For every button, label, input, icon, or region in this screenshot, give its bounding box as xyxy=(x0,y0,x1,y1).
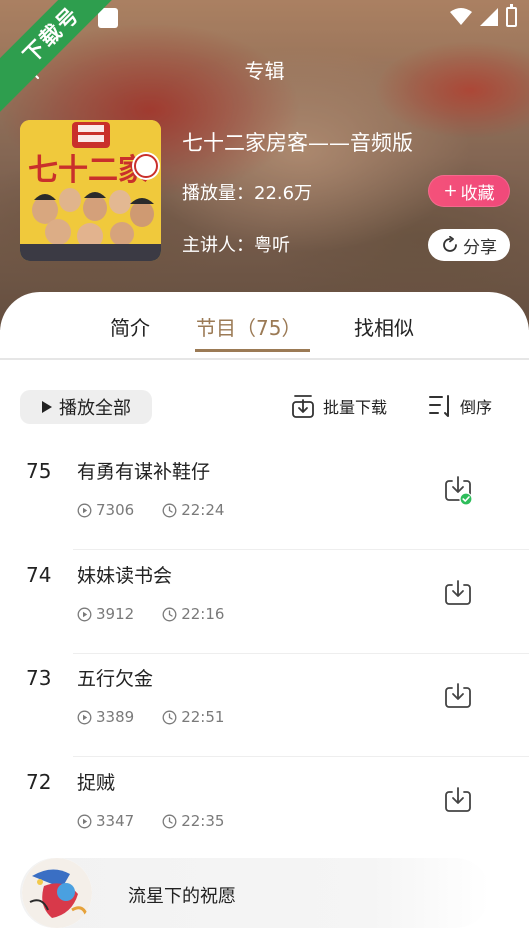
collect-button[interactable]: + 收藏 xyxy=(428,175,510,207)
episode-row[interactable]: 72 捉贼 3347 22:35 xyxy=(0,758,529,861)
episode-number: 73 xyxy=(26,666,52,690)
play-icon xyxy=(42,401,52,413)
download-icon[interactable] xyxy=(444,786,472,816)
tab-episodes[interactable]: 节目（75） xyxy=(196,312,301,341)
episode-plays: 7306 xyxy=(96,501,135,519)
plus-icon: + xyxy=(443,181,458,201)
reverse-order-button[interactable]: 倒序 xyxy=(428,393,492,419)
collect-label: 收藏 xyxy=(460,183,495,204)
clock-icon xyxy=(162,607,177,621)
play-count-icon xyxy=(77,710,92,724)
play-all-label: 播放全部 xyxy=(59,398,131,419)
row-divider xyxy=(73,549,529,550)
tab-bar: 简介 节目（75） 找相似 xyxy=(0,292,529,358)
mini-player[interactable]: 流星下的祝愿 xyxy=(20,858,490,928)
batch-download-label: 批量下载 xyxy=(323,398,388,417)
episode-row[interactable]: 73 五行欠金 3389 22:51 xyxy=(0,654,529,757)
episode-title: 妹妹读书会 xyxy=(77,565,173,587)
clock-icon xyxy=(162,814,177,828)
tab-intro[interactable]: 简介 xyxy=(110,312,150,341)
download-icon[interactable] xyxy=(444,579,472,609)
content-sheet: 简介 节目（75） 找相似 播放全部 批量下载 倒序 75 有勇有谋补鞋仔 73… xyxy=(0,292,529,942)
episode-number: 74 xyxy=(26,563,52,587)
sort-icon xyxy=(429,395,449,417)
downloaded-icon[interactable] xyxy=(444,475,472,505)
tabs-divider xyxy=(0,358,529,360)
battery-icon xyxy=(506,4,517,27)
wifi-icon xyxy=(450,8,472,25)
tab-similar[interactable]: 找相似 xyxy=(354,312,414,341)
album-cover: 七十二家 xyxy=(20,120,161,261)
clock-icon xyxy=(162,710,177,724)
now-playing-cover xyxy=(22,858,92,928)
share-icon xyxy=(443,236,457,252)
play-count-icon xyxy=(77,607,92,621)
page-title: 专辑 xyxy=(244,59,285,83)
episode-duration: 22:51 xyxy=(181,708,225,726)
notification-icon xyxy=(98,8,118,28)
download-icon[interactable] xyxy=(444,682,472,712)
share-label: 分享 xyxy=(463,237,497,258)
play-count-icon xyxy=(77,814,92,828)
play-all-button[interactable]: 播放全部 xyxy=(20,390,152,424)
episode-row[interactable]: 74 妹妹读书会 3912 22:16 xyxy=(0,551,529,654)
episode-plays: 3912 xyxy=(96,605,135,623)
album-play-count: 播放量：22.6万 xyxy=(182,183,313,204)
episode-row[interactable]: 75 有勇有谋补鞋仔 7306 22:24 xyxy=(0,447,529,550)
album-speaker: 主讲人：粤听 xyxy=(182,235,290,256)
episode-duration: 22:16 xyxy=(181,605,225,623)
reverse-order-label: 倒序 xyxy=(460,398,493,417)
play-count-icon xyxy=(77,503,92,517)
tab-active-indicator xyxy=(195,349,310,352)
batch-download-button[interactable]: 批量下载 xyxy=(291,393,387,419)
album-title: 七十二家房客——音频版 xyxy=(182,131,413,155)
row-divider xyxy=(73,756,529,757)
episode-duration: 22:35 xyxy=(181,812,225,830)
episode-duration: 22:24 xyxy=(181,501,225,519)
episode-plays: 3389 xyxy=(96,708,135,726)
clock-icon xyxy=(162,503,177,517)
episode-title: 捉贼 xyxy=(77,772,116,794)
episode-number: 72 xyxy=(26,770,52,794)
episode-number: 75 xyxy=(26,459,52,483)
now-playing-title: 流星下的祝愿 xyxy=(128,886,236,907)
cover-title-text: 七十二家 xyxy=(28,153,148,188)
episode-title: 有勇有谋补鞋仔 xyxy=(77,461,211,483)
episode-plays: 3347 xyxy=(96,812,135,830)
share-button[interactable]: 分享 xyxy=(428,229,510,261)
signal-icon xyxy=(480,8,498,26)
batch-download-icon xyxy=(292,395,314,418)
episode-title: 五行欠金 xyxy=(77,668,154,690)
